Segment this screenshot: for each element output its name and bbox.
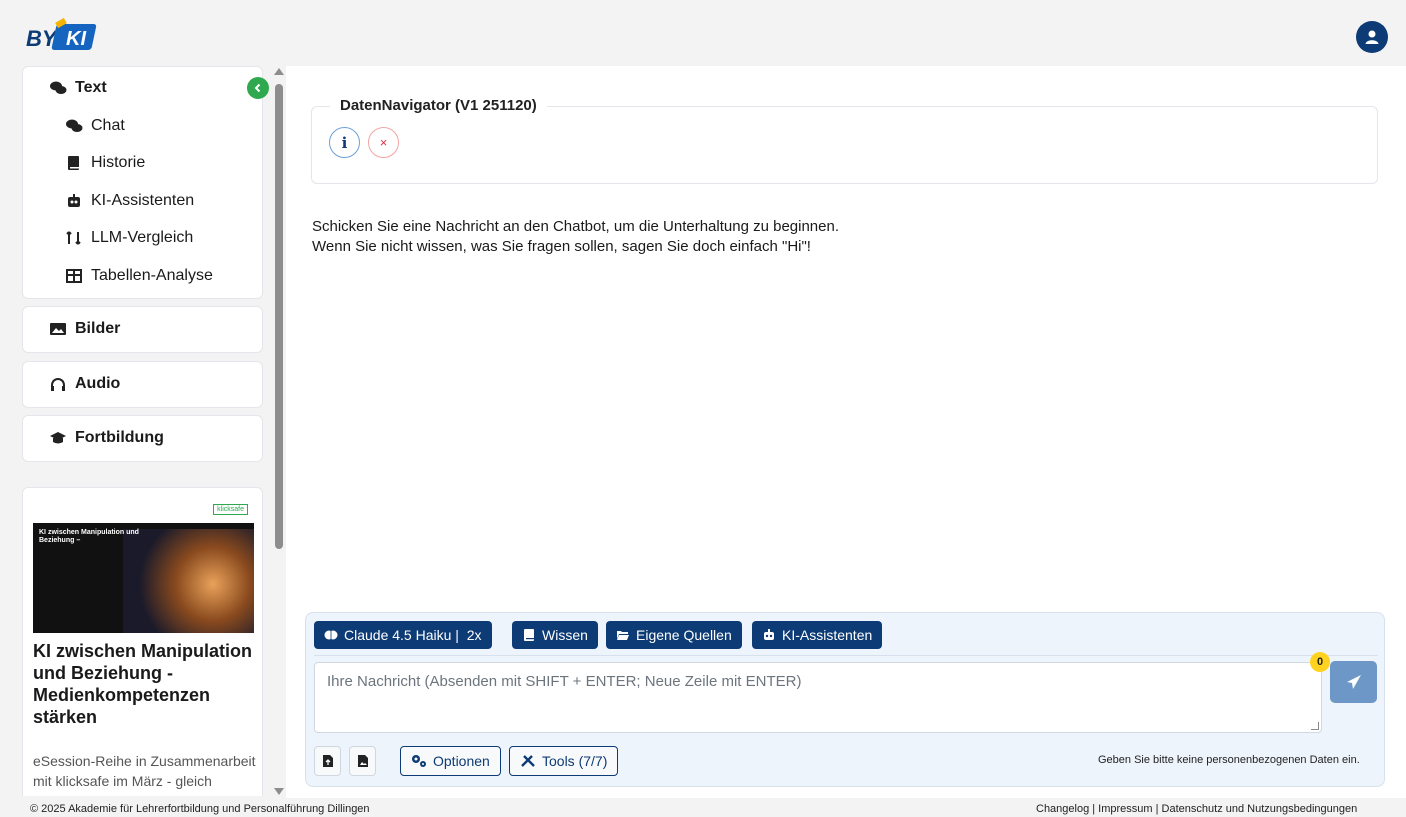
sidebar-item-label: Historie [91,154,146,171]
image-icon [50,323,66,335]
sidebar-item-bilder[interactable]: Bilder [22,306,263,353]
comments-icon [50,81,67,94]
sidebar-item-label: Tabellen-Analyse [91,267,213,284]
sidebar-item-label: Bilder [75,320,121,337]
scroll-up-icon[interactable] [274,68,284,75]
sidebar-item-audio[interactable]: Audio [22,361,263,408]
klicksafe-logo: klicksafe [213,504,248,515]
paper-plane-icon [1346,675,1361,689]
compare-icon [66,231,81,245]
ki-assistenten-button[interactable]: KI-Assistenten [752,621,883,649]
info-button[interactable]: i [329,127,360,158]
sidebar-item-audio-content: Audio [49,375,120,393]
tools-button[interactable]: Tools (7/7) [509,746,619,776]
wissen-label: Wissen [542,627,588,643]
sidebar-item-label: Chat [91,117,125,134]
sidebar-item-label: KI-Assistenten [91,192,195,209]
book-icon [524,629,534,641]
sidebar-item-fortbildung-content: Fortbildung [49,429,164,447]
sidebar-item-label: Fortbildung [75,429,164,446]
sidebar-item-label: Text [75,79,107,96]
message-input[interactable]: Ihre Nachricht (Absenden mit SHIFT + ENT… [314,662,1322,733]
sidebar-scrollbar[interactable] [272,66,286,798]
robot-icon [764,629,774,640]
sidebar: Text Chat Historie KI-Assistenten LLM-Ve… [22,66,263,796]
table-icon [66,269,82,283]
folder-open-icon [617,631,629,640]
scroll-down-icon[interactable] [274,788,284,795]
sidebar-item-label: LLM-Vergleich [91,229,194,246]
sidebar-item-tabellen-analyse[interactable]: Tabellen-Analyse [65,267,213,285]
footer-copyright: © 2025 Akademie für Lehrerfortbildung un… [30,803,370,815]
sidebar-item-chat[interactable]: Chat [65,117,125,135]
optionen-label: Optionen [433,753,490,769]
sidebar-item-label: Audio [75,375,121,392]
sidebar-item-ki-assistenten[interactable]: KI-Assistenten [65,192,194,210]
welcome-line-2: Wenn Sie nicht wissen, was Sie fragen so… [312,238,811,255]
daten-navigator-panel: DatenNavigator (V1 251120) i × [311,97,1378,184]
book-icon [68,156,79,170]
svg-text:KI: KI [66,28,86,50]
sidebar-item-fortbildung[interactable]: Fortbildung [22,415,263,462]
byki-logo[interactable]: BY KI [26,17,100,52]
scroll-thumb[interactable] [275,84,283,549]
sidebar-item-bilder-content: Bilder [49,320,120,338]
wissen-button[interactable]: Wissen [512,621,598,649]
promo-image: KI zwischen Manipulation und Beziehung –… [33,499,254,633]
daten-navigator-title: DatenNavigator (V1 251120) [330,97,547,114]
welcome-line-1: Schicken Sie eine Nachricht an den Chatb… [312,218,839,235]
top-bar: BY KI [0,8,1406,66]
ki-assistenten-label: KI-Assistenten [782,627,873,643]
upload-image-button[interactable] [349,746,376,776]
promo-description: eSession-Reihe in Zusammenarbeit mit kli… [33,753,256,796]
user-avatar-button[interactable] [1356,21,1388,53]
tools-label: Tools (7/7) [542,753,608,769]
comments-icon [66,119,83,132]
file-upload-icon [322,755,333,767]
message-composer: Claude 4.5 Haiku | 2x Wissen Eigene Quel… [305,612,1385,787]
upload-file-button[interactable] [314,746,341,776]
robot-icon [68,194,80,207]
main-content: DatenNavigator (V1 251120) i × Schicken … [286,66,1406,798]
promo-card[interactable]: KI zwischen Manipulation und Beziehung –… [22,487,263,796]
close-button[interactable]: × [368,127,399,158]
privacy-note: Geben Sie bitte keine personenbezogenen … [1098,754,1360,766]
tools-icon [521,755,535,767]
collapse-sidebar-button[interactable] [247,77,269,99]
optionen-button[interactable]: Optionen [400,746,501,776]
eigene-quellen-button[interactable]: Eigene Quellen [606,621,742,649]
brain-icon [324,630,338,640]
graduation-cap-icon [50,432,66,444]
composer-divider [314,655,1378,656]
model-select-label: Claude 4.5 Haiku | 2x [344,627,482,643]
promo-image-title: KI zwischen Manipulation und Beziehung – [39,529,139,544]
attachment-count-badge: 0 [1310,652,1330,672]
resize-handle-icon[interactable] [1311,722,1319,730]
eigene-quellen-label: Eigene Quellen [636,627,732,643]
sidebar-section-text: Text Chat Historie KI-Assistenten LLM-Ve… [22,66,263,299]
promo-title: KI zwischen Manipulation und Beziehung -… [33,641,253,727]
sidebar-item-llm-vergleich[interactable]: LLM-Vergleich [65,229,193,247]
chevron-left-icon [254,83,261,93]
file-image-icon [357,755,368,767]
footer-links[interactable]: Changelog | Impressum | Datenschutz und … [1036,803,1357,815]
message-input-placeholder: Ihre Nachricht (Absenden mit SHIFT + ENT… [327,673,802,690]
sidebar-item-historie[interactable]: Historie [65,154,145,172]
model-select-button[interactable]: Claude 4.5 Haiku | 2x [314,621,492,649]
send-button[interactable] [1330,661,1377,703]
footer: © 2025 Akademie für Lehrerfortbildung un… [0,798,1406,817]
welcome-message: Schicken Sie eine Nachricht an den Chatb… [312,217,839,257]
headphones-icon [51,378,65,391]
gears-icon [412,755,426,767]
user-circle-icon [1365,30,1379,44]
sidebar-item-text[interactable]: Text [49,79,107,97]
